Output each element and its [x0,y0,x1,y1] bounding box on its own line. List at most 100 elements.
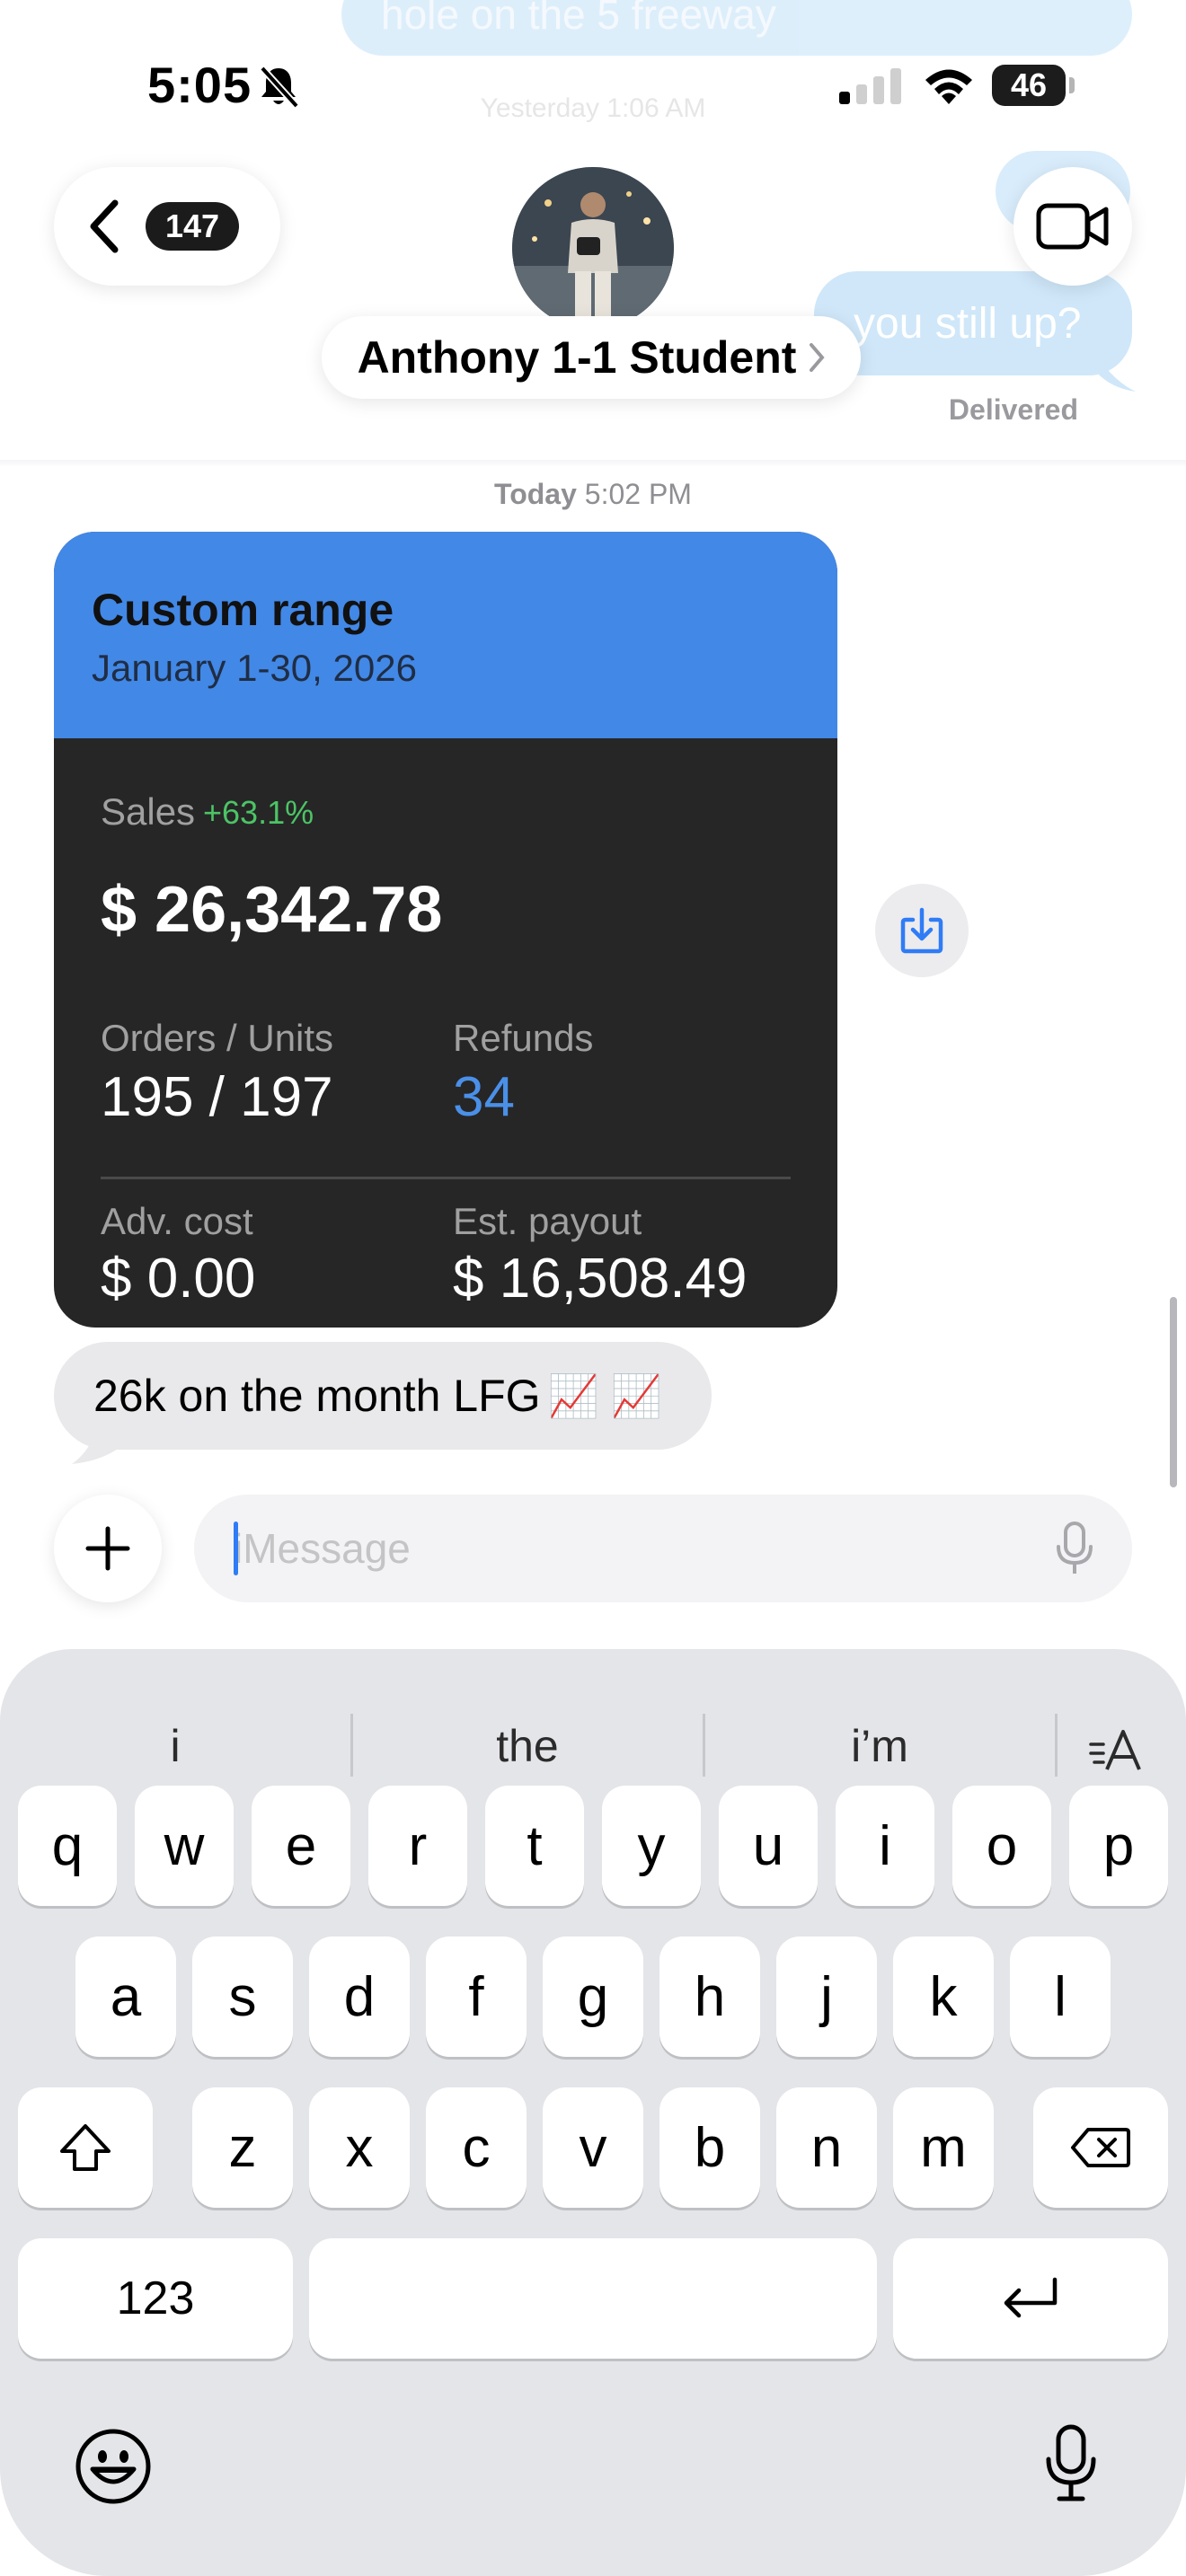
card-divider [101,1177,791,1179]
key-x[interactable]: x [309,2087,410,2208]
dictation-button[interactable] [1026,2414,1116,2513]
key-d[interactable]: d [309,1936,410,2057]
key-e[interactable]: e [252,1786,350,1906]
suggestion-3[interactable]: i’m [704,1694,1055,1798]
sales-value: $ 26,342.78 [101,874,443,946]
avatar-photo [512,167,674,329]
text-cursor [234,1522,238,1575]
adv-cost-value: $ 0.00 [101,1248,256,1310]
return-icon [1004,2277,1058,2318]
numbers-key[interactable]: 123 [18,2238,293,2359]
chart-increasing-emoji: 📈 📈 [547,1372,662,1419]
key-s[interactable]: s [192,1936,293,2057]
card-date-range: January 1-30, 2026 [92,647,417,689]
unread-count-badge: 147 [146,202,240,251]
delivered-status: Delivered [948,393,1078,426]
key-h[interactable]: h [659,1936,760,2057]
key-z[interactable]: z [192,2087,293,2208]
scroll-indicator[interactable] [1170,1297,1177,1487]
emoji-icon [75,2429,151,2504]
sales-change: +63.1% [203,794,314,831]
shift-key[interactable] [18,2087,153,2208]
facetime-video-button[interactable] [1013,167,1132,286]
message-input[interactable] [194,1495,1132,1602]
received-message-bubble[interactable]: 26k on the month LFG 📈 📈 [54,1342,712,1450]
timestamp-time: 5:02 PM [584,478,692,510]
wifi-icon [925,69,972,104]
plus-icon [85,1526,130,1571]
adv-cost-label: Adv. cost [101,1200,253,1242]
download-icon [900,907,943,954]
key-j[interactable]: j [776,1936,877,2057]
status-time: 5:05 [147,57,252,113]
header-divider [0,460,1186,467]
space-key[interactable] [309,2238,877,2359]
card-header: Custom range January 1-30, 2026 [54,532,837,738]
timestamp-day: Today [494,478,577,510]
sales-label: Sales [101,790,196,833]
numbers-key-label: 123 [116,2272,195,2325]
key-q[interactable]: q [18,1786,117,1906]
chat-timestamp: Today 5:02 PM [0,478,1186,511]
sent-bubble-tail [1096,356,1136,392]
suggestion-divider [1055,1714,1058,1777]
key-o[interactable]: o [952,1786,1051,1906]
orders-value: 195 / 197 [101,1066,333,1128]
shift-icon [60,2124,111,2171]
faded-bubble-top-text: hole on the 5 freeway [381,0,776,38]
dictation-mic-icon[interactable] [1053,1522,1096,1577]
key-f[interactable]: f [426,1936,527,2057]
chevron-left-icon [90,199,119,253]
key-u[interactable]: u [719,1786,818,1906]
sent-bubble-text: you still up? [854,299,1082,348]
battery-cap [1069,77,1075,93]
key-b[interactable]: b [659,2087,760,2208]
microphone-icon [1046,2424,1096,2501]
signal-icon [839,68,901,104]
sent-bubble-you-still-up: you still up? [814,271,1132,375]
faded-bubble-top: hole on the 5 freeway [341,0,1132,56]
key-g[interactable]: g [543,1936,643,2057]
suggestion-1[interactable]: i [0,1694,350,1798]
key-l[interactable]: l [1010,1936,1111,2057]
key-w[interactable]: w [135,1786,234,1906]
refunds-label: Refunds [453,1017,594,1059]
key-c[interactable]: c [426,2087,527,2208]
backspace-icon [1071,2128,1130,2167]
silent-bell-icon [260,66,299,109]
keyboard: i the i’m q w e r t y u i o p a s d f g … [0,1649,1186,2576]
battery-level: 46 [1010,66,1048,103]
contact-name: Anthony 1-1 Student [357,332,797,383]
suggestion-2[interactable]: the [352,1694,703,1798]
contact-name-pill[interactable]: Anthony 1-1 Student [322,316,861,399]
key-y[interactable]: y [602,1786,701,1906]
contact-avatar[interactable] [512,167,674,329]
received-message-text: 26k on the month LFG [93,1371,541,1421]
return-key[interactable] [893,2238,1168,2359]
est-payout-value: $ 16,508.49 [453,1248,748,1310]
refunds-value: 34 [453,1066,515,1128]
key-a[interactable]: a [75,1936,176,2057]
add-attachment-button[interactable] [54,1495,162,1602]
save-image-button[interactable] [875,884,969,977]
key-i[interactable]: i [836,1786,934,1906]
delete-key[interactable] [1033,2087,1168,2208]
orders-label: Orders / Units [101,1017,334,1059]
battery-indicator: 46 [992,65,1066,106]
key-p[interactable]: p [1069,1786,1168,1906]
key-t[interactable]: t [485,1786,584,1906]
card-title: Custom range [92,585,394,635]
key-v[interactable]: v [543,2087,643,2208]
key-r[interactable]: r [368,1786,467,1906]
est-payout-label: Est. payout [453,1200,642,1242]
back-button[interactable]: 147 [54,167,280,286]
received-bubble-tail [72,1425,117,1464]
key-k[interactable]: k [893,1936,994,2057]
chevron-right-icon [810,343,826,372]
key-m[interactable]: m [893,2087,994,2208]
sales-summary-card[interactable]: Custom range January 1-30, 2026 Sales +6… [54,532,837,1328]
text-format-icon[interactable] [1087,1725,1146,1775]
key-n[interactable]: n [776,2087,877,2208]
video-camera-icon [1036,203,1109,250]
emoji-keyboard-button[interactable] [68,2422,158,2511]
